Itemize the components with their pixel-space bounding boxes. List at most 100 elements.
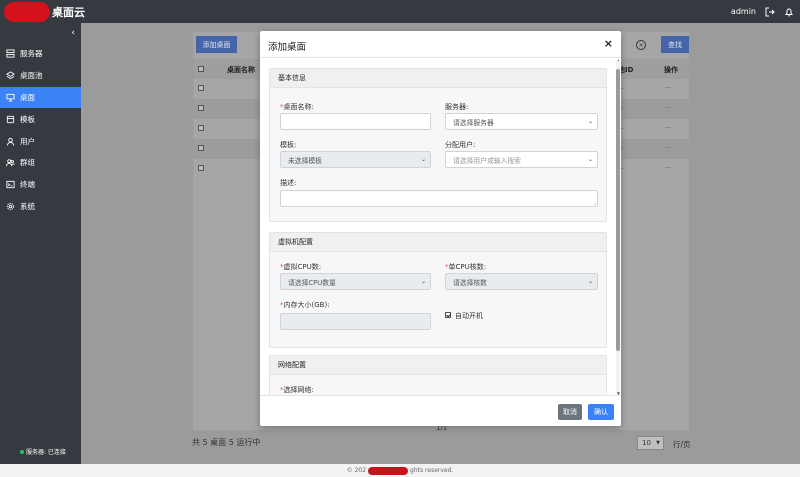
row-checkbox[interactable] bbox=[198, 105, 204, 111]
template-select[interactable]: 未选择模板 ⌄ bbox=[280, 151, 431, 168]
user-name[interactable]: admin bbox=[731, 7, 756, 16]
vcpu-select[interactable]: 请选择CPU数量 ⌄ bbox=[280, 273, 431, 290]
row-pool-id: - bbox=[621, 144, 624, 152]
group-icon bbox=[6, 159, 15, 167]
template-label: 模板: bbox=[280, 141, 297, 149]
dialog-body[interactable]: 基本信息 *桌面名称: 服务器: 请选择服务器 ⌄ 模板: 未选择模板 ⌄ 分配… bbox=[260, 58, 621, 395]
sidebar-item-label: 群组 bbox=[20, 158, 35, 168]
dialog-header: 添加桌面 × bbox=[260, 31, 621, 58]
server-status-text: 服务器: 已连接 bbox=[26, 449, 66, 456]
server-status: 服务器: 已连接 bbox=[20, 447, 66, 456]
server-label: 服务器: bbox=[445, 103, 469, 111]
dialog-footer: 取消 确认 bbox=[260, 395, 621, 426]
sidebar-item-terminals[interactable]: 终端 bbox=[0, 174, 81, 196]
row-checkbox[interactable] bbox=[198, 165, 204, 171]
footer-copyright-end: ghts reserved. bbox=[410, 467, 454, 474]
sidebar-item-label: 终端 bbox=[20, 180, 35, 190]
network-label: *选择网络: bbox=[280, 386, 314, 394]
chevron-down-icon: ⌄ bbox=[420, 278, 426, 285]
layers-icon bbox=[6, 71, 15, 80]
brand[interactable]: 桌面云 bbox=[0, 0, 85, 23]
sidebar-item-users[interactable]: 用户 bbox=[0, 130, 81, 152]
brand-logo bbox=[4, 1, 50, 22]
section-title: 虚拟机配置 bbox=[270, 233, 606, 252]
section-title: 网络配置 bbox=[270, 356, 606, 375]
cancel-button[interactable]: 取消 bbox=[558, 404, 582, 420]
dialog-title: 添加桌面 bbox=[268, 42, 307, 53]
logout-icon[interactable] bbox=[765, 7, 775, 17]
dialog-scrollbar[interactable] bbox=[616, 61, 620, 393]
sidebar-item-groups[interactable]: 群组 bbox=[0, 152, 81, 174]
confirm-button[interactable]: 确认 bbox=[588, 404, 614, 420]
network-config-section: 网络配置 *选择网络: bbox=[269, 355, 607, 395]
vcpu-label: *虚拟CPU数: bbox=[280, 263, 322, 271]
chevron-down-icon: ⌄ bbox=[420, 156, 426, 163]
search-button[interactable]: 查找 bbox=[661, 36, 689, 53]
chevron-down-icon: ⌄ bbox=[587, 156, 593, 163]
desktop-summary: 共 5 桌面 5 运行中 bbox=[192, 438, 261, 447]
server-select[interactable]: 请选择服务器 ⌄ bbox=[445, 113, 598, 130]
chevron-down-icon: ⌄ bbox=[587, 278, 593, 285]
row-checkbox[interactable] bbox=[198, 145, 204, 151]
assign-user-select[interactable]: 请选择用户或输入搜索 ⌄ bbox=[445, 151, 598, 168]
autostart-checkbox[interactable] bbox=[445, 312, 451, 318]
name-label: *桌面名称: bbox=[280, 103, 314, 111]
sidebar-item-label: 模板 bbox=[20, 114, 35, 124]
row-pool-id: - bbox=[621, 84, 624, 92]
collapse-sidebar-icon[interactable]: ‹ bbox=[71, 28, 75, 38]
desktop-name-input[interactable] bbox=[280, 113, 431, 130]
sidebar-item-desktop-pools[interactable]: 桌面池 bbox=[0, 65, 81, 87]
cores-label: *单CPU核数: bbox=[445, 263, 487, 271]
memory-label: *内存大小(GB): bbox=[280, 301, 330, 309]
resize-handle-icon[interactable]: ⌟ bbox=[594, 200, 596, 206]
section-title: 基本信息 bbox=[270, 69, 606, 88]
per-page-label: 行/页 bbox=[673, 440, 691, 449]
close-icon[interactable]: × bbox=[604, 37, 613, 50]
column-header-name[interactable]: 桌面名称 bbox=[227, 65, 255, 75]
scrollbar-thumb[interactable] bbox=[616, 69, 620, 351]
memory-input[interactable] bbox=[280, 313, 431, 330]
autostart-label: 自动开机 bbox=[455, 312, 483, 320]
select-all-checkbox[interactable] bbox=[198, 66, 204, 72]
row-actions[interactable]: ··· bbox=[665, 124, 671, 132]
row-actions[interactable]: ··· bbox=[665, 144, 671, 152]
sidebar: ‹ 服务器 桌面池 桌面 模板 用户 群组 终端 系统 服务器: 已连接 bbox=[0, 23, 81, 464]
row-checkbox[interactable] bbox=[198, 85, 204, 91]
bell-icon[interactable] bbox=[784, 7, 794, 17]
gear-icon bbox=[6, 202, 15, 211]
redacted-mark bbox=[368, 466, 409, 475]
row-actions[interactable]: ··· bbox=[665, 164, 671, 172]
status-dot bbox=[20, 449, 24, 454]
terminal-icon bbox=[6, 181, 15, 189]
template-icon bbox=[6, 115, 15, 123]
vm-config-section: 虚拟机配置 *虚拟CPU数: 请选择CPU数量 ⌄ *单CPU核数: 请选择核数… bbox=[269, 232, 607, 348]
row-actions[interactable]: ··· bbox=[665, 104, 671, 112]
sidebar-item-label: 桌面池 bbox=[20, 71, 43, 81]
add-desktop-button[interactable]: 添加桌面 bbox=[196, 36, 237, 53]
footer-copyright-start: © 202 bbox=[346, 467, 367, 474]
page-size-select[interactable]: 10 ▼ bbox=[637, 436, 664, 450]
description-textarea[interactable]: ⌟ bbox=[280, 190, 598, 207]
sidebar-item-servers[interactable]: 服务器 bbox=[0, 43, 81, 65]
page-size-value: 10 bbox=[642, 439, 651, 447]
sidebar-item-label: 服务器 bbox=[20, 49, 43, 59]
row-actions[interactable]: ··· bbox=[665, 84, 671, 92]
clear-search-icon[interactable]: × bbox=[636, 40, 646, 50]
sidebar-item-system[interactable]: 系统 bbox=[0, 196, 81, 218]
row-pool-id: - bbox=[621, 124, 624, 132]
sidebar-item-desktops[interactable]: 桌面 bbox=[0, 86, 81, 109]
sidebar-item-label: 用户 bbox=[20, 136, 35, 146]
sidebar-item-label: 桌面 bbox=[20, 92, 35, 102]
sidebar-item-templates[interactable]: 模板 bbox=[0, 108, 81, 130]
page-footer: © 202 ghts reserved. bbox=[0, 464, 800, 477]
cores-select-value: 请选择核数 bbox=[453, 278, 487, 287]
cores-select[interactable]: 请选择核数 ⌄ bbox=[445, 273, 598, 290]
row-pool-id: - bbox=[621, 164, 624, 172]
vcpu-select-value: 请选择CPU数量 bbox=[288, 278, 336, 287]
app-title: 桌面云 bbox=[52, 5, 85, 19]
column-header-actions: 操作 bbox=[664, 66, 678, 74]
row-checkbox[interactable] bbox=[198, 125, 204, 131]
basic-info-section: 基本信息 *桌面名称: 服务器: 请选择服务器 ⌄ 模板: 未选择模板 ⌄ 分配… bbox=[269, 68, 607, 222]
sidebar-item-label: 系统 bbox=[20, 201, 35, 211]
add-desktop-dialog: 添加桌面 × 基本信息 *桌面名称: 服务器: 请选择服务器 ⌄ 模板: 未选择… bbox=[260, 31, 621, 426]
